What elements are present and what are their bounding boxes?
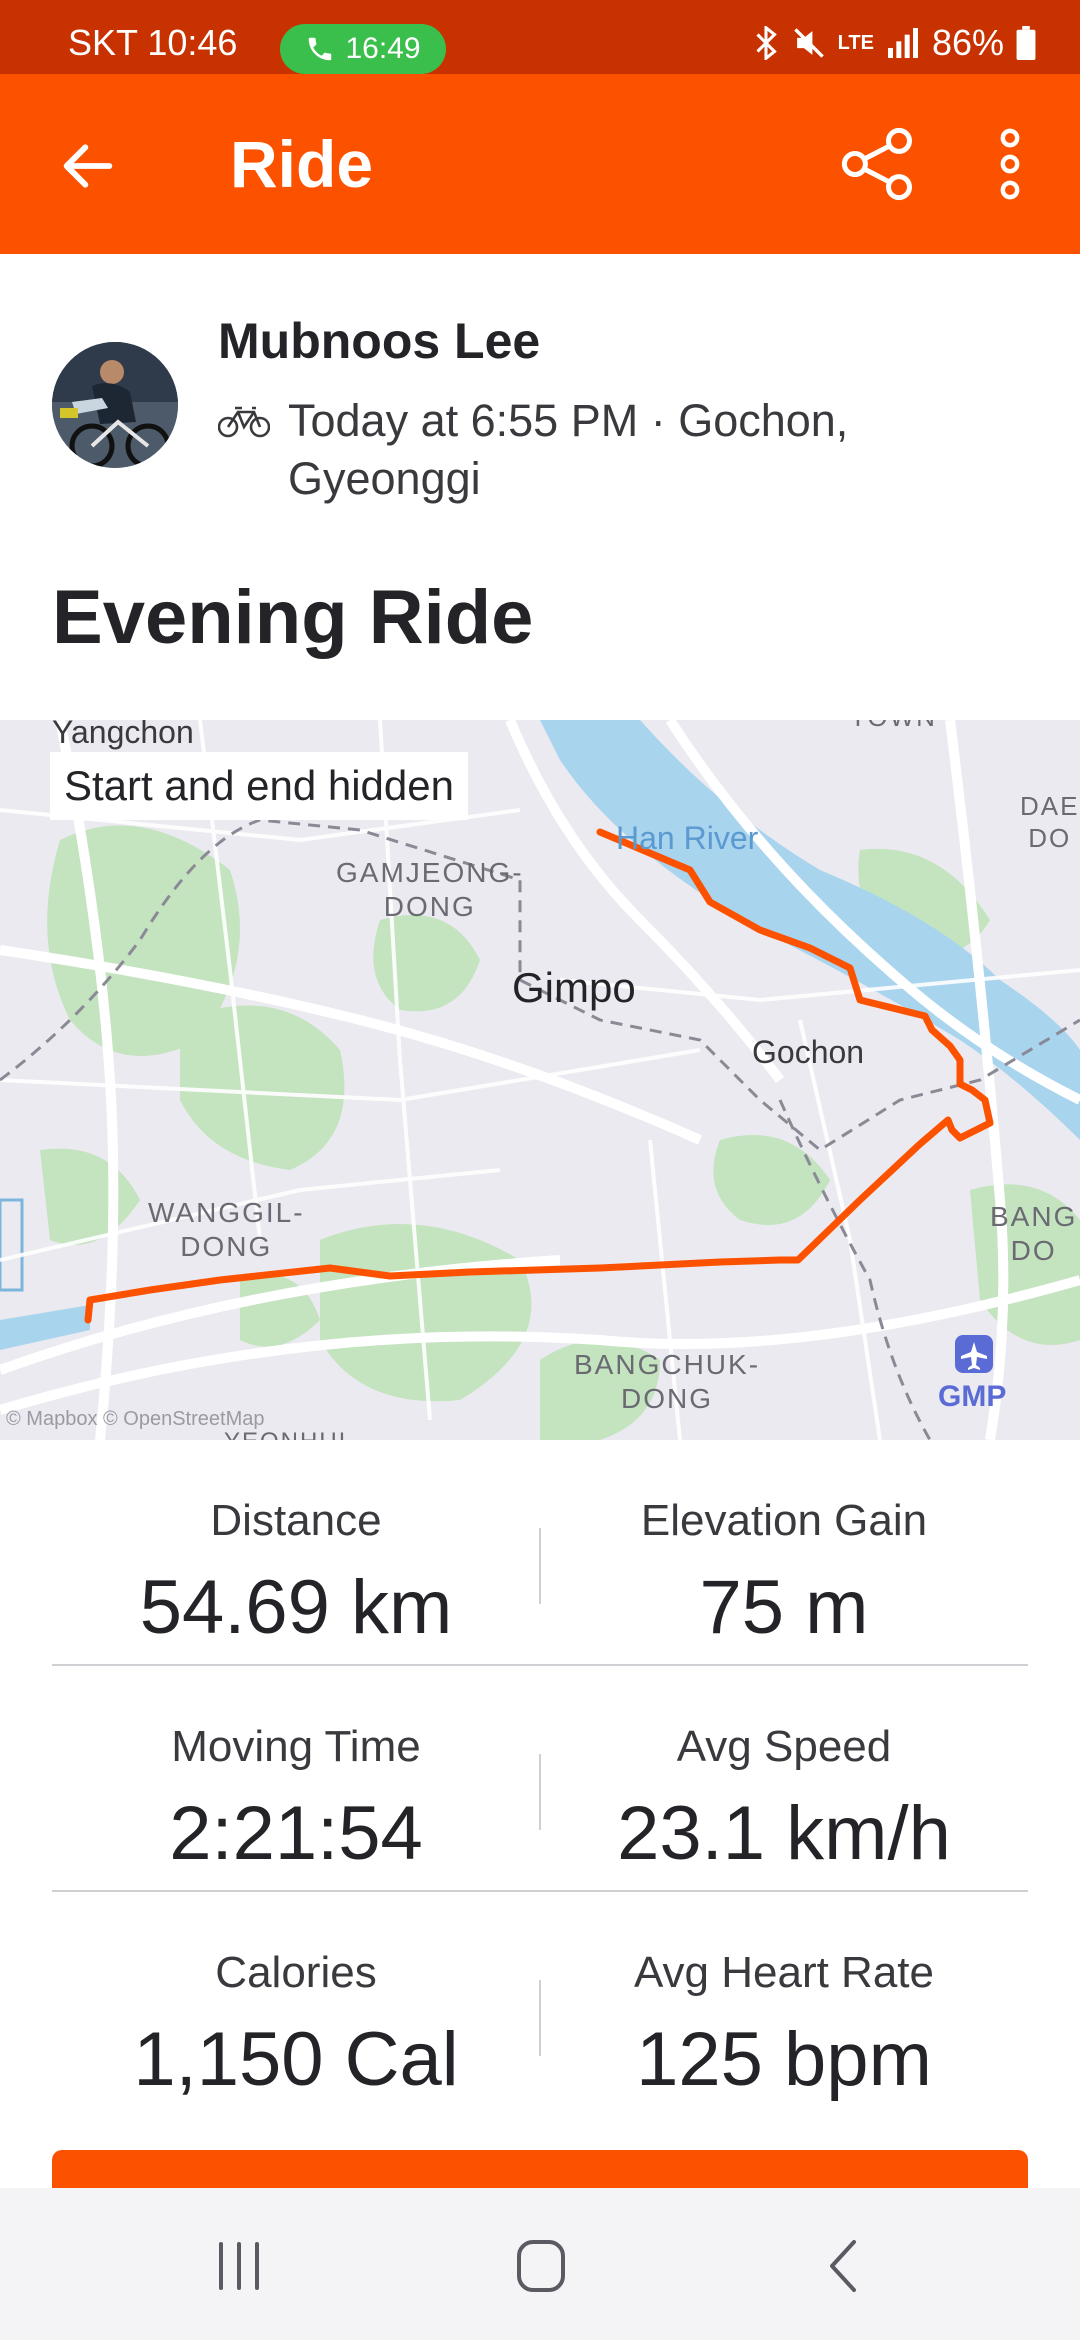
ride-time-location: Today at 6:55 PM · Gochon, Gyeonggi (288, 395, 849, 504)
stats-row: Distance 54.69 km Elevation Gain 75 m (52, 1440, 1028, 1666)
back-icon[interactable] (810, 2236, 880, 2296)
map-label-yangchon: Yangchon (52, 720, 194, 750)
stat-label: Calories (215, 1948, 377, 1997)
activity-title: Evening Ride (52, 575, 534, 660)
bluetooth-icon (756, 26, 777, 60)
map-label-dae: DAE DO (1020, 791, 1080, 853)
stat-moving-time: Moving Time 2:21:54 (52, 1666, 540, 1877)
bike-icon (218, 406, 270, 438)
stat-label: Avg Speed (676, 1722, 892, 1771)
stat-value: 54.69 km (139, 1565, 453, 1650)
stat-label: Avg Heart Rate (633, 1948, 934, 1997)
stat-value: 23.1 km/h (617, 1791, 951, 1876)
stats-row: Calories 1,150 Cal Avg Heart Rate 125 bp… (52, 1892, 1028, 2116)
stat-label: Moving Time (171, 1722, 421, 1771)
privacy-badge: Start and end hidden (50, 752, 468, 820)
stats-row: Moving Time 2:21:54 Avg Speed 23.1 km/h (52, 1666, 1028, 1892)
network-type: LTE (837, 32, 874, 54)
stat-value: 75 m (699, 1565, 869, 1650)
stats-grid: Distance 54.69 km Elevation Gain 75 m Mo… (52, 1440, 1028, 2116)
status-icons: LTE 86% (752, 22, 1036, 64)
map-label-han-river: Han River (616, 820, 759, 856)
ongoing-call-pill[interactable]: 16:49 (280, 24, 446, 74)
stat-avg-speed: Avg Speed 23.1 km/h (540, 1666, 1028, 1877)
route-map[interactable]: Start and end hidden Yangchon TOWN Han R… (0, 720, 1080, 1440)
ride-meta: Today at 6:55 PM · Gochon, Gyeonggi (218, 392, 978, 508)
status-bar: SKT 10:46 16:49 LTE 86% (0, 0, 1080, 74)
stat-avg-heart-rate: Avg Heart Rate 125 bpm (540, 1892, 1028, 2103)
map-copyright[interactable]: © Mapbox © OpenStreetMap (6, 1408, 265, 1431)
battery-percent: 86% (931, 22, 1004, 63)
call-duration: 16:49 (345, 32, 421, 65)
carrier-time: SKT 10:46 (68, 22, 238, 63)
stat-value: 2:21:54 (169, 1791, 423, 1876)
page-title: Ride (230, 127, 374, 201)
map-canvas (0, 720, 1080, 1440)
app-bar: Ride (0, 74, 1080, 254)
map-label-town: TOWN (850, 720, 937, 733)
recent-apps-icon[interactable] (204, 2236, 274, 2296)
map-label-wanggil: WANGGIL- DONG (148, 1197, 305, 1262)
map-label-bangchuk: BANGCHUK- DONG (574, 1349, 761, 1414)
stat-calories: Calories 1,150 Cal (52, 1892, 540, 2103)
more-options-icon[interactable] (990, 122, 1030, 206)
system-nav-bar (0, 2188, 1080, 2340)
back-arrow-icon[interactable] (56, 134, 120, 198)
home-icon[interactable] (506, 2236, 576, 2296)
athlete-avatar[interactable] (52, 342, 178, 468)
stat-label: Elevation Gain (640, 1496, 928, 1545)
share-icon[interactable] (836, 122, 920, 206)
map-label-bang: BANG DO (990, 1201, 1078, 1266)
stat-label: Distance (210, 1496, 382, 1545)
map-label-gmp: GMP (938, 1380, 1007, 1413)
mute-icon (793, 28, 824, 58)
map-label-gochon: Gochon (752, 1034, 865, 1070)
map-label-gimpo: Gimpo (512, 964, 636, 1011)
athlete-name[interactable]: Mubnoos Lee (218, 312, 540, 370)
stat-distance: Distance 54.69 km (52, 1440, 540, 1651)
stat-elevation-gain: Elevation Gain 75 m (540, 1440, 1028, 1651)
stat-value: 125 bpm (636, 2017, 932, 2102)
map-label-gamjeong: GAMJEONG- DONG (336, 857, 524, 922)
battery-icon (1016, 26, 1036, 60)
stat-value: 1,150 Cal (133, 2017, 459, 2102)
phone-icon (309, 37, 332, 61)
signal-icon (887, 28, 918, 58)
